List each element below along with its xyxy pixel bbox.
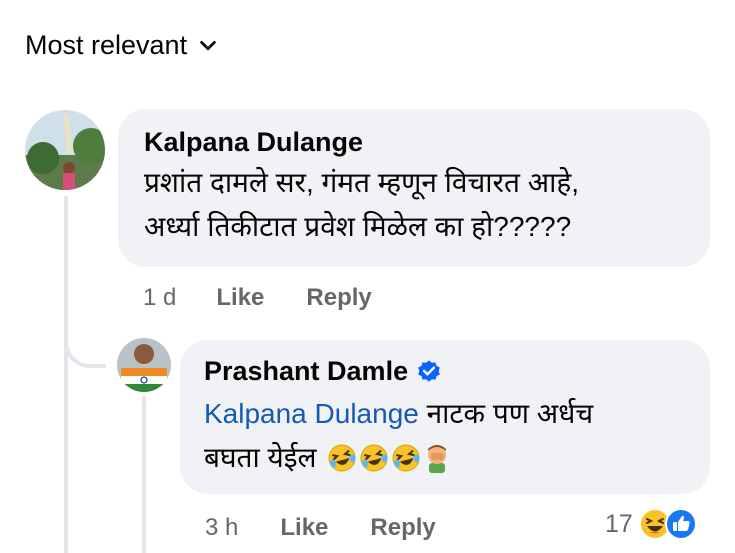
chevron-down-icon xyxy=(200,40,216,50)
reply-text: Kalpana Dulange नाटक पण अर्धच बघता येईल xyxy=(204,392,710,480)
thread-connector xyxy=(64,300,106,368)
laughing-crying-emoji xyxy=(360,444,388,472)
reply-button[interactable]: Reply xyxy=(370,514,435,542)
reply-author[interactable]: Prashant Damle xyxy=(204,354,710,388)
avatar[interactable] xyxy=(25,110,105,190)
laughing-crying-emoji xyxy=(328,444,356,472)
reaction-count: 17 xyxy=(605,509,633,538)
reply-thread-line xyxy=(142,396,146,553)
avatar[interactable] xyxy=(117,338,171,392)
laughing-crying-emoji xyxy=(392,444,420,472)
sort-label: Most relevant xyxy=(25,30,188,60)
comment-timestamp[interactable]: 1 d xyxy=(143,284,176,312)
like-reaction-icon xyxy=(664,508,697,540)
reply-bubble: Prashant Damle Kalpana Dulange नाटक पण अ… xyxy=(180,340,710,494)
mention-link[interactable]: Kalpana Dulange xyxy=(204,398,419,429)
comment-author[interactable]: Kalpana Dulange xyxy=(144,125,710,159)
like-button[interactable]: Like xyxy=(216,284,264,312)
reply-button[interactable]: Reply xyxy=(306,284,371,312)
reply-timestamp[interactable]: 3 h xyxy=(205,514,238,542)
comment-text: प्रशांत दामले सर, गंमत म्हणून विचारत आहे… xyxy=(144,167,579,242)
thread-line xyxy=(64,196,68,553)
verified-badge-icon xyxy=(418,360,440,382)
comment-actions: 1 d Like Reply xyxy=(143,284,372,312)
comment-bubble: Kalpana Dulange प्रशांत दामले सर, गंमत म… xyxy=(118,109,710,267)
reaction-summary[interactable]: 17 xyxy=(605,508,697,540)
like-button[interactable]: Like xyxy=(280,514,328,542)
sort-dropdown[interactable]: Most relevant xyxy=(25,30,219,61)
facepalm-emoji xyxy=(427,445,446,473)
reply-actions: 3 h Like Reply xyxy=(205,514,436,542)
